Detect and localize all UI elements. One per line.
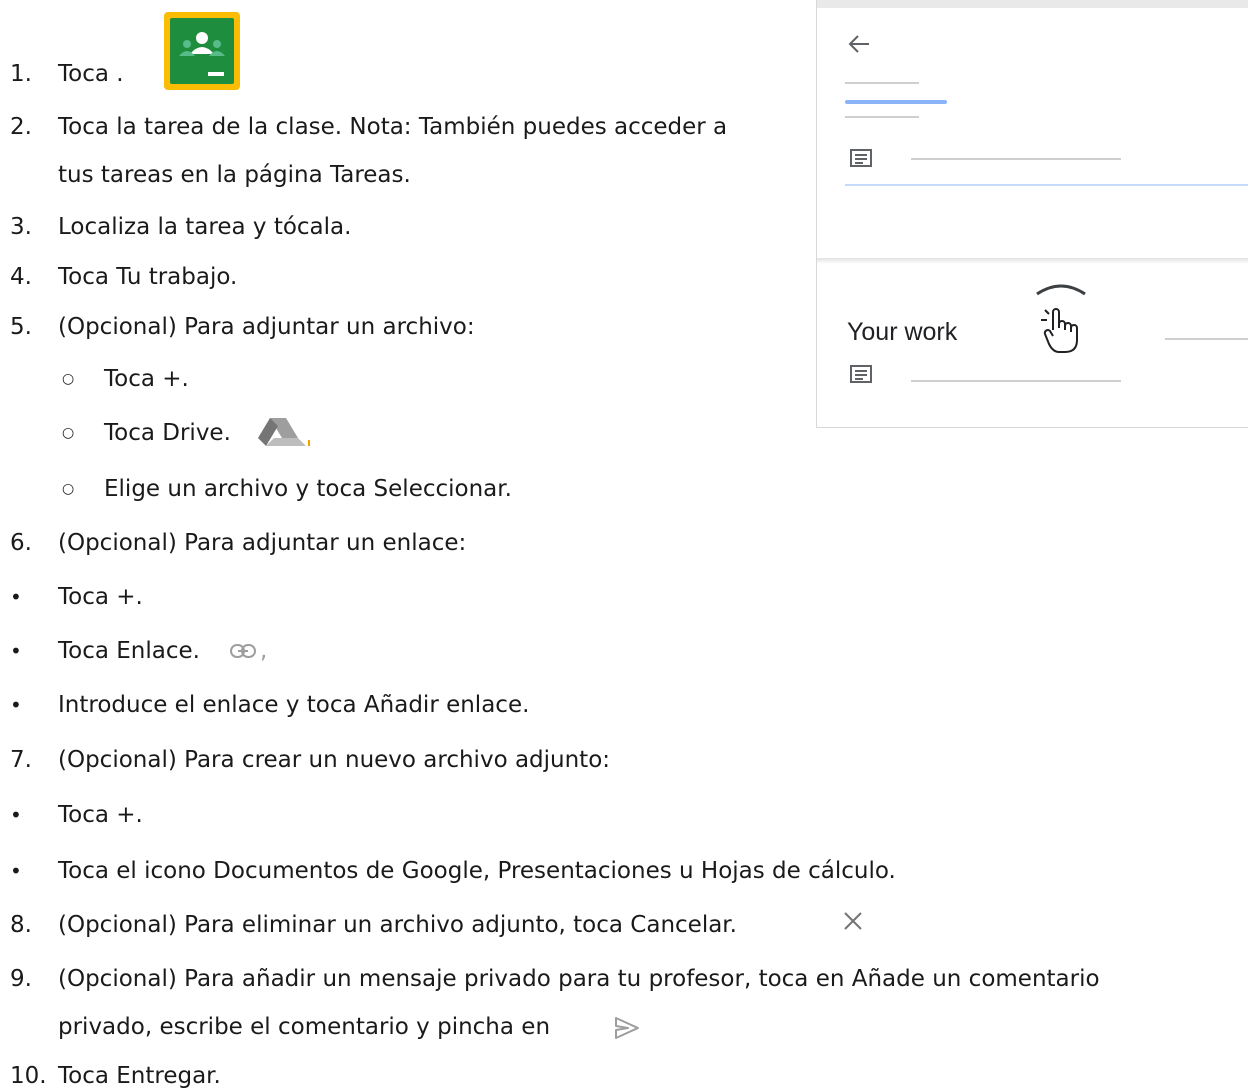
bullet: • — [10, 585, 22, 609]
step-5b-text: Toca Drive. — [104, 420, 231, 446]
step-7b-text: Toca el icono Documentos de Google, Pres… — [58, 858, 896, 884]
step-9-number: 9. — [10, 966, 32, 992]
step-1-number: 1. — [10, 61, 32, 87]
step-8-number: 8. — [10, 912, 32, 938]
placeholder-line — [845, 82, 919, 84]
step-7-text: (Opcional) Para crear un nuevo archivo a… — [58, 747, 611, 773]
step-9-text: (Opcional) Para añadir un mensaje privad… — [58, 966, 1100, 992]
comment-icon — [850, 365, 872, 383]
bullet: • — [10, 859, 22, 883]
step-6-number: 6. — [10, 530, 32, 556]
step-3-number: 3. — [10, 214, 32, 240]
google-classroom-icon — [164, 12, 240, 90]
step-6b-text: Toca Enlace. — [58, 638, 200, 664]
panel-top-bar — [817, 0, 1248, 8]
step-5-number: 5. — [10, 314, 32, 340]
placeholder-line — [911, 158, 1121, 160]
step-9-text-continued: privado, escribe el comentario y pincha … — [58, 1014, 551, 1040]
link-icon — [230, 644, 256, 658]
step-6c-text: Introduce el enlace y toca Añadir enlace… — [58, 692, 530, 718]
section-divider — [817, 258, 1248, 264]
placeholder-line — [911, 380, 1121, 382]
comment-icon — [850, 149, 872, 167]
google-drive-icon — [258, 418, 310, 446]
chevron-up-icon[interactable] — [1035, 280, 1087, 296]
step-1-text: Toca . — [58, 61, 124, 87]
step-3-text: Localiza la tarea y tócala. — [58, 214, 352, 240]
back-arrow-icon[interactable] — [847, 34, 871, 54]
placeholder-line — [1165, 338, 1248, 340]
bullet: • — [10, 693, 22, 717]
step-4-text: Toca Tu trabajo. — [58, 264, 238, 290]
step-5-text: (Opcional) Para adjuntar un archivo: — [58, 314, 475, 340]
step-2-text: Toca la tarea de la clase. Nota: También… — [58, 114, 728, 140]
step-10-number: 10. — [10, 1063, 47, 1089]
step-7a-text: Toca +. — [58, 802, 143, 828]
phone-screenshot-panel: Your work — [816, 0, 1248, 428]
step-6-text: (Opcional) Para adjuntar un enlace: — [58, 530, 467, 556]
step-8-text: (Opcional) Para eliminar un archivo adju… — [58, 912, 737, 938]
hand-pointer-icon — [1041, 308, 1078, 353]
placeholder-line — [845, 116, 919, 118]
bullet: • — [10, 639, 22, 663]
placeholder-title-line — [845, 100, 947, 104]
step-2-number: 2. — [10, 114, 32, 140]
input-underline — [845, 184, 1248, 186]
step-5a-text: Toca +. — [104, 366, 189, 392]
step-10-text: Toca Entregar. — [58, 1063, 221, 1089]
sub-bullet: ○ — [62, 371, 75, 387]
step-4-number: 4. — [10, 264, 32, 290]
your-work-title: Your work — [847, 318, 958, 346]
link-comma: , — [260, 638, 268, 664]
step-7-number: 7. — [10, 747, 32, 773]
sub-bullet: ○ — [62, 425, 75, 441]
send-icon — [615, 1017, 639, 1039]
close-icon — [844, 912, 862, 930]
step-2-text-continued: tus tareas en la página Tareas. — [58, 162, 411, 188]
bullet: • — [10, 803, 22, 827]
step-6a-text: Toca +. — [58, 584, 143, 610]
sub-bullet: ○ — [62, 481, 75, 497]
step-5c-text: Elige un archivo y toca Seleccionar. — [104, 476, 512, 502]
